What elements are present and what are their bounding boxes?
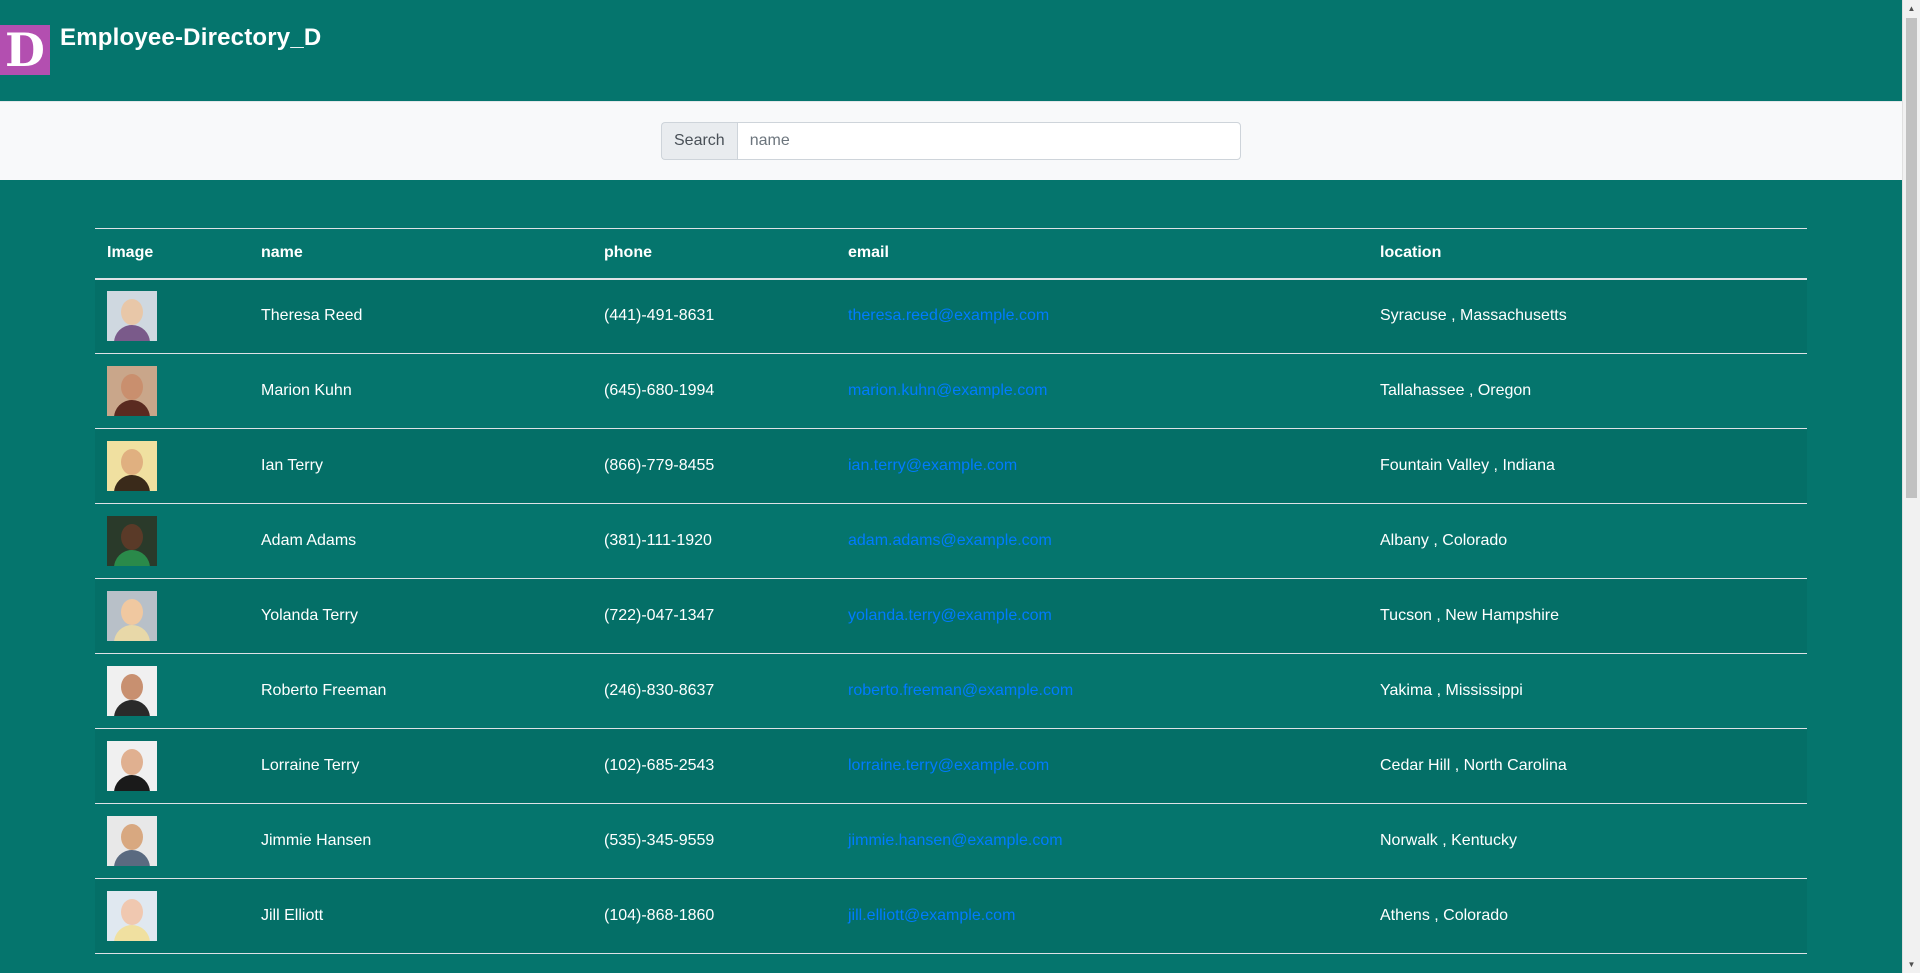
app-title: Employee-Directory_D	[60, 24, 322, 51]
avatar	[107, 816, 157, 866]
cell-location: Syracuse , Massachusetts	[1368, 278, 1807, 354]
cell-name: Lorraine Terry	[249, 728, 592, 804]
cell-email: theresa.reed@example.com	[836, 278, 1368, 354]
cell-name: Marion Kuhn	[249, 353, 592, 429]
search-input[interactable]	[736, 122, 1241, 160]
scroll-down-arrow-icon[interactable]: ▼	[1903, 956, 1920, 973]
search-label: Search	[661, 122, 737, 160]
cell-phone: (104)-868-1860	[592, 878, 836, 954]
cell-name: Jill Elliott	[249, 878, 592, 954]
cell-phone: (866)-779-8455	[592, 428, 836, 504]
cell-image	[95, 728, 249, 804]
cell-email: jimmie.hansen@example.com	[836, 803, 1368, 879]
avatar	[107, 366, 157, 416]
cell-location: Athens , Colorado	[1368, 878, 1807, 954]
column-header-location[interactable]: location	[1368, 228, 1807, 280]
cell-name: Jimmie Hansen	[249, 803, 592, 879]
table-row: Jimmie Hansen (535)-345-9559 jimmie.hansen…	[95, 803, 1807, 879]
cell-name: Roberto Freeman	[249, 653, 592, 729]
cell-image	[95, 503, 249, 579]
cell-location: Fountain Valley , Indiana	[1368, 428, 1807, 504]
search-input-group: Search	[661, 122, 1241, 160]
employee-directory-page: D Employee-Directory_D Search Image name…	[0, 0, 1902, 973]
employee-table-container: Image name phone email location Theresa …	[95, 228, 1807, 954]
cell-email: marion.kuhn@example.com	[836, 353, 1368, 429]
scrollbar-thumb[interactable]	[1906, 18, 1917, 498]
email-link[interactable]: lorraine.terry@example.com	[848, 757, 1049, 774]
table-row: Lorraine Terry (102)-685-2543 lorraine.ter…	[95, 728, 1807, 804]
cell-image	[95, 428, 249, 504]
column-header-image[interactable]: Image	[95, 228, 249, 280]
email-link[interactable]: jill.elliott@example.com	[848, 907, 1015, 924]
cell-email: roberto.freeman@example.com	[836, 653, 1368, 729]
cell-name: Yolanda Terry	[249, 578, 592, 654]
cell-image	[95, 578, 249, 654]
email-link[interactable]: marion.kuhn@example.com	[848, 382, 1047, 399]
cell-location: Norwalk , Kentucky	[1368, 803, 1807, 879]
email-link[interactable]: yolanda.terry@example.com	[848, 607, 1052, 624]
table-row: Roberto Freeman (246)-830-8637 roberto.fre…	[95, 653, 1807, 729]
cell-phone: (441)-491-8631	[592, 278, 836, 354]
app-logo: D	[0, 25, 50, 75]
cell-location: Tallahassee , Oregon	[1368, 353, 1807, 429]
cell-email: adam.adams@example.com	[836, 503, 1368, 579]
cell-location: Tucson , New Hampshire	[1368, 578, 1807, 654]
cell-email: lorraine.terry@example.com	[836, 728, 1368, 804]
email-link[interactable]: jimmie.hansen@example.com	[848, 832, 1063, 849]
column-header-name[interactable]: name	[249, 228, 592, 280]
employee-table: Image name phone email location Theresa …	[95, 228, 1807, 954]
table-body: Theresa Reed (441)-491-8631 theresa.reed@e…	[95, 278, 1807, 954]
cell-name: Ian Terry	[249, 428, 592, 504]
column-header-phone[interactable]: phone	[592, 228, 836, 280]
cell-email: ian.terry@example.com	[836, 428, 1368, 504]
avatar	[107, 741, 157, 791]
email-link[interactable]: ian.terry@example.com	[848, 457, 1017, 474]
cell-location: Yakima , Mississippi	[1368, 653, 1807, 729]
column-header-email[interactable]: email	[836, 228, 1368, 280]
table-row: Yolanda Terry (722)-047-1347 yolanda.terry…	[95, 578, 1807, 654]
cell-image	[95, 878, 249, 954]
logo-letter: D	[5, 23, 45, 77]
table-header: Image name phone email location	[95, 228, 1807, 280]
table-row: Jill Elliott (104)-868-1860 jill.elliott@e…	[95, 878, 1807, 954]
table-row: Theresa Reed (441)-491-8631 theresa.reed@e…	[95, 278, 1807, 354]
app-header: D Employee-Directory_D	[0, 0, 1902, 101]
cell-phone: (535)-345-9559	[592, 803, 836, 879]
search-bar: Search	[0, 101, 1902, 180]
cell-email: jill.elliott@example.com	[836, 878, 1368, 954]
cell-image	[95, 353, 249, 429]
email-link[interactable]: theresa.reed@example.com	[848, 307, 1049, 324]
cell-name: Adam Adams	[249, 503, 592, 579]
email-link[interactable]: adam.adams@example.com	[848, 532, 1052, 549]
avatar	[107, 441, 157, 491]
cell-phone: (722)-047-1347	[592, 578, 836, 654]
cell-phone: (381)-111-1920	[592, 503, 836, 579]
cell-phone: (246)-830-8637	[592, 653, 836, 729]
table-header-row: Image name phone email location	[95, 228, 1807, 280]
cell-image	[95, 278, 249, 354]
email-link[interactable]: roberto.freeman@example.com	[848, 682, 1073, 699]
cell-email: yolanda.terry@example.com	[836, 578, 1368, 654]
avatar	[107, 591, 157, 641]
table-row: Adam Adams (381)-111-1920 adam.adams@examp…	[95, 503, 1807, 579]
cell-name: Theresa Reed	[249, 278, 592, 354]
cell-image	[95, 653, 249, 729]
cell-location: Cedar Hill , North Carolina	[1368, 728, 1807, 804]
cell-phone: (645)-680-1994	[592, 353, 836, 429]
avatar	[107, 516, 157, 566]
scroll-up-arrow-icon[interactable]: ▲	[1903, 0, 1920, 17]
avatar	[107, 666, 157, 716]
avatar	[107, 891, 157, 941]
vertical-scrollbar[interactable]: ▲ ▼	[1902, 0, 1920, 973]
cell-location: Albany , Colorado	[1368, 503, 1807, 579]
cell-phone: (102)-685-2543	[592, 728, 836, 804]
avatar	[107, 291, 157, 342]
cell-image	[95, 803, 249, 879]
table-row: Ian Terry (866)-779-8455 ian.terry@example…	[95, 428, 1807, 504]
table-row: Marion Kuhn (645)-680-1994 marion.kuhn@exa…	[95, 353, 1807, 429]
